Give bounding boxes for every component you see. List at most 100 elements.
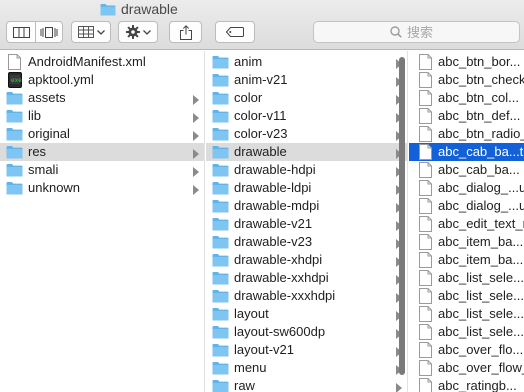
folder-item-layout[interactable]: layout (206, 305, 407, 323)
folder-item-anim-v21[interactable]: anim-v21 (206, 71, 407, 89)
folder-icon (212, 342, 229, 358)
folder-item-layout-v21[interactable]: layout-v21 (206, 341, 407, 359)
disclosure-arrow-icon (193, 183, 199, 195)
share-button[interactable] (169, 21, 202, 43)
item-label: drawable-hdpi (234, 162, 316, 177)
folder-item-res[interactable]: res (0, 143, 204, 161)
folder-icon (6, 126, 23, 142)
file-item-abc-item-ba[interactable]: abc_item_ba... (409, 251, 524, 269)
title-bar: drawable (0, 0, 524, 50)
folder-icon (212, 306, 229, 322)
folder-icon (6, 108, 23, 124)
file-item-abc-btn-bor[interactable]: abc_btn_bor... (409, 53, 524, 71)
folder-item-raw[interactable]: raw (206, 377, 407, 392)
search-input[interactable] (407, 24, 443, 40)
item-label: drawable-xxhdpi (234, 270, 329, 285)
file-item-abc-item-ba[interactable]: abc_item_ba... (409, 233, 524, 251)
file-item-abc-btn-col[interactable]: abc_btn_col... (409, 89, 524, 107)
folder-item-unknown[interactable]: unknown (0, 179, 204, 197)
file-item-abc-btn-def[interactable]: abc_btn_def... (409, 107, 524, 125)
folder-icon (212, 378, 229, 392)
file-item-abc-dialog-u[interactable]: abc_dialog_...u (409, 179, 524, 197)
document-icon (417, 144, 434, 160)
folder-item-layout-sw600dp[interactable]: layout-sw600dp (206, 323, 407, 341)
executable-file-icon: exec (6, 72, 23, 88)
disclosure-arrow-icon (193, 147, 199, 159)
tag-icon (226, 27, 244, 37)
file-item-abc-over-flow[interactable]: abc_over_flow_ (409, 359, 524, 377)
folder-item-assets[interactable]: assets (0, 89, 204, 107)
item-label: abc_list_sele... (438, 324, 524, 339)
disclosure-arrow-icon (193, 165, 199, 177)
file-item-abc-list-sele[interactable]: abc_list_sele... (409, 323, 524, 341)
folder-icon (6, 144, 23, 160)
folder-icon (212, 162, 229, 178)
file-item-apktool-yml[interactable]: exec apktool.yml (0, 71, 204, 89)
item-label: res (28, 144, 47, 159)
grid-arrange-icon (77, 26, 94, 38)
document-icon (417, 360, 434, 376)
document-icon (417, 108, 434, 124)
folder-icon (212, 252, 229, 268)
file-item-abc-cab-ba-t[interactable]: abc_cab_ba...t (409, 143, 524, 161)
file-item-abc-ratingb[interactable]: abc_ratingb... (409, 377, 524, 392)
item-label: raw (234, 378, 255, 392)
folder-item-drawable-ldpi[interactable]: drawable-ldpi (206, 179, 407, 197)
item-label: drawable-mdpi (234, 198, 320, 213)
item-label: abc_dialog_...u (438, 180, 524, 195)
file-item-abc-cab-ba[interactable]: abc_cab_ba... (409, 161, 524, 179)
item-label: color (234, 90, 263, 105)
document-icon (417, 342, 434, 358)
item-label: layout (234, 306, 269, 321)
file-item-abc-list-sele[interactable]: abc_list_sele... (409, 269, 524, 287)
folder-item-drawable-xxxhdpi[interactable]: drawable-xxxhdpi (206, 287, 407, 305)
folder-item-drawable-xhdpi[interactable]: drawable-xhdpi (206, 251, 407, 269)
item-label: drawable-ldpi (234, 180, 312, 195)
disclosure-arrow-icon (193, 111, 199, 123)
folder-item-anim[interactable]: anim (206, 53, 407, 71)
folder-item-original[interactable]: original (0, 125, 204, 143)
file-item-androidmanifest-xml[interactable]: AndroidManifest.xml (0, 53, 204, 71)
file-item-abc-edit-text-n[interactable]: abc_edit_text_n (409, 215, 524, 233)
edit-tags-button[interactable] (215, 21, 255, 43)
item-label: layout-v21 (234, 342, 294, 357)
action-menu-button[interactable] (118, 21, 158, 43)
file-item-abc-btn-check[interactable]: abc_btn_check (409, 71, 524, 89)
item-label: abc_over_flo... (438, 342, 524, 357)
item-label: anim (234, 54, 263, 69)
item-label: drawable-v21 (234, 216, 313, 231)
document-icon (417, 270, 434, 286)
folder-icon (6, 180, 23, 196)
item-label: drawable-xhdpi (234, 252, 323, 267)
folder-icon (212, 234, 229, 250)
folder-item-color-v23[interactable]: color-v23 (206, 125, 407, 143)
file-item-abc-list-sele[interactable]: abc_list_sele... (409, 287, 524, 305)
folder-item-drawable-hdpi[interactable]: drawable-hdpi (206, 161, 407, 179)
cover-flow-view-button[interactable] (36, 21, 63, 43)
folder-item-color[interactable]: color (206, 89, 407, 107)
column-root: AndroidManifest.xml exec apktool.yml assets… (0, 51, 205, 392)
folder-item-drawable-xxhdpi[interactable]: drawable-xxhdpi (206, 269, 407, 287)
folder-item-menu[interactable]: menu (206, 359, 407, 377)
columns-view-button[interactable] (6, 21, 36, 43)
file-item-abc-list-sele[interactable]: abc_list_sele... (409, 305, 524, 323)
folder-item-drawable-mdpi[interactable]: drawable-mdpi (206, 197, 407, 215)
file-item-abc-over-flo[interactable]: abc_over_flo... (409, 341, 524, 359)
folder-item-color-v11[interactable]: color-v11 (206, 107, 407, 125)
folder-item-drawable-v21[interactable]: drawable-v21 (206, 215, 407, 233)
search-field[interactable] (313, 21, 520, 43)
folder-item-drawable-v23[interactable]: drawable-v23 (206, 233, 407, 251)
file-item-abc-btn-radio[interactable]: abc_btn_radio_ (409, 125, 524, 143)
item-label: layout-sw600dp (234, 324, 326, 339)
window-title-label: drawable (121, 1, 178, 17)
item-label: abc_btn_bor... (438, 54, 521, 69)
folder-item-drawable[interactable]: drawable (206, 143, 407, 161)
arrange-menu-button[interactable] (71, 21, 111, 43)
scrollbar[interactable] (399, 57, 405, 375)
folder-item-smali[interactable]: smali (0, 161, 204, 179)
column-res: anim anim-v21 color color-v11 color-v23 drawa… (206, 51, 408, 392)
folder-icon (6, 162, 23, 178)
folder-item-lib[interactable]: lib (0, 107, 204, 125)
item-label: abc_dialog_...u (438, 198, 524, 213)
file-item-abc-dialog-u[interactable]: abc_dialog_...u (409, 197, 524, 215)
